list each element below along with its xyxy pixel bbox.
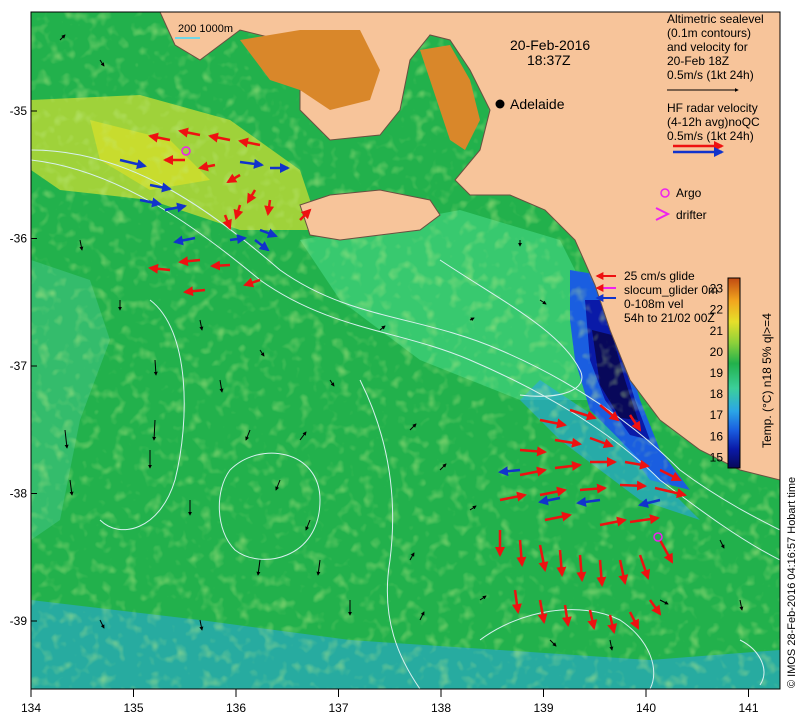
adelaide-marker	[495, 99, 505, 109]
legend-radar-line-2: (4-12h avg)noQC	[667, 115, 760, 129]
legend-glider-line-1: 25 cm/s glide	[624, 269, 695, 283]
x-tick-label: 140	[636, 701, 656, 715]
legend-altimetry-line-4: 20-Feb 18Z	[667, 54, 729, 68]
colorbar-tick-label: 15	[710, 450, 724, 464]
colorbar-tick-label: 22	[710, 303, 724, 317]
y-tick-label: -36	[10, 232, 28, 246]
x-tick-label: 138	[431, 701, 451, 715]
x-tick-label: 134	[21, 701, 41, 715]
legend-glider-line-3: 0-108m vel	[624, 297, 683, 311]
legend-radar-line-3: 0.5m/s (1kt 24h)	[667, 129, 754, 143]
x-tick-label: 136	[226, 701, 246, 715]
legend-glider-line-2: slocum_glider 0m	[624, 283, 718, 297]
colorbar-tick-label: 18	[710, 387, 724, 401]
x-tick-label: 141	[738, 701, 758, 715]
x-tick-label: 137	[328, 701, 348, 715]
colorbar	[727, 277, 741, 469]
map-date: 20-Feb-2016	[510, 37, 590, 53]
legend-altimetry-line-5: 0.5m/s (1kt 24h)	[667, 68, 754, 82]
legend-altimetry-line-3: and velocity for	[667, 40, 748, 54]
y-tick-label: -35	[10, 104, 28, 118]
y-tick-label: -39	[10, 614, 28, 628]
map-time: 18:37Z	[527, 52, 571, 68]
x-tick-label: 139	[533, 701, 553, 715]
legend-argo-label: Argo	[676, 186, 702, 200]
adelaide-label: Adelaide	[510, 96, 565, 112]
colorbar-tick-label: 20	[710, 345, 724, 359]
y-tick-label: -38	[10, 487, 28, 501]
colorbar-tick-label: 23	[710, 282, 724, 296]
colorbar-tick-label: 17	[710, 408, 724, 422]
legend-glider-line-4: 54h to 21/02 00Z	[624, 311, 715, 325]
legend-radar-line-1: HF radar velocity	[667, 101, 758, 115]
scale-label: 200 1000m	[178, 23, 233, 35]
sst-map: Adelaide 200 1000m 20-Feb-2016 18:37Z Al…	[10, 11, 798, 715]
legend-altimetry-line-1: Altimetric sealevel	[667, 12, 764, 26]
colorbar-ticks: 15 16 17 18 19 20 21 22 23	[710, 282, 724, 465]
y-tick-label: -37	[10, 359, 28, 373]
colorbar-title: Temp. (°C) n18 5% ql>=4	[760, 313, 774, 448]
colorbar-tick-label: 21	[710, 324, 724, 338]
legend-altimetry-line-2: (0.1m contours)	[667, 26, 751, 40]
x-axis: 134 135 136 137 138 139 140 141	[21, 689, 759, 715]
x-tick-label: 135	[123, 701, 143, 715]
colorbar-tick-label: 16	[710, 429, 724, 443]
credit-label: © IMOS 28-Feb-2016 04:16:57 Hobart time	[786, 477, 798, 688]
colorbar-tick-label: 19	[710, 366, 724, 380]
legend-drifter-label: drifter	[676, 208, 707, 222]
